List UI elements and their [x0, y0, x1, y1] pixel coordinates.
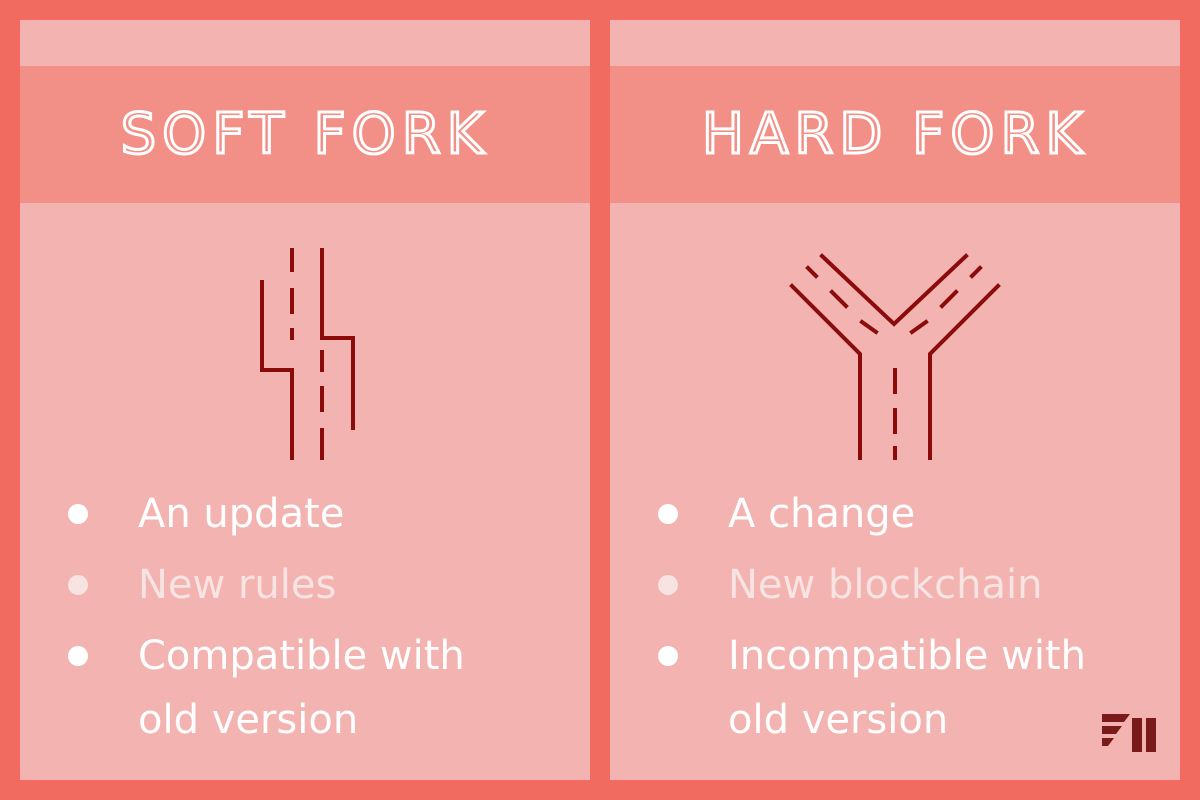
list-item: A change [610, 482, 1180, 546]
soft-fork-title-band: SOFT FORK [20, 66, 590, 203]
bullet-dot-icon [68, 646, 88, 666]
parallel-road-shift-icon [260, 248, 355, 460]
bullet-text: A change [728, 491, 916, 537]
bullet-text: New blockchain [728, 562, 1043, 608]
brand-logo-icon [1102, 714, 1156, 752]
hard-fork-title: HARD FORK [700, 101, 1089, 167]
bullet-dot-icon [658, 646, 678, 666]
forking-road-y-icon [789, 253, 1001, 460]
list-item: New rules [20, 553, 590, 617]
bullet-text: New rules [138, 562, 337, 608]
bullet-text: An update [138, 491, 345, 537]
soft-fork-panel: SOFT FORK An update New rules Compatible… [20, 20, 590, 780]
list-item: New blockchain [610, 553, 1180, 617]
list-item: Compatible with old version [20, 624, 590, 752]
soft-fork-title: SOFT FORK [119, 101, 490, 167]
list-item: Incompatible with old version [610, 624, 1180, 752]
hard-fork-panel: HARD FORK A change New blockchain Incomp… [610, 20, 1180, 780]
list-item: An update [20, 482, 590, 546]
bullet-text: Incompatible with old version [728, 633, 1086, 743]
bullet-dot-icon [658, 575, 678, 595]
bullet-text: Compatible with old version [138, 633, 465, 743]
bullet-dot-icon [658, 504, 678, 524]
hard-fork-title-band: HARD FORK [610, 66, 1180, 203]
bullet-dot-icon [68, 504, 88, 524]
soft-fork-bullet-list: An update New rules Compatible with old … [20, 482, 590, 759]
hard-fork-bullet-list: A change New blockchain Incompatible wit… [610, 482, 1180, 759]
bullet-dot-icon [68, 575, 88, 595]
